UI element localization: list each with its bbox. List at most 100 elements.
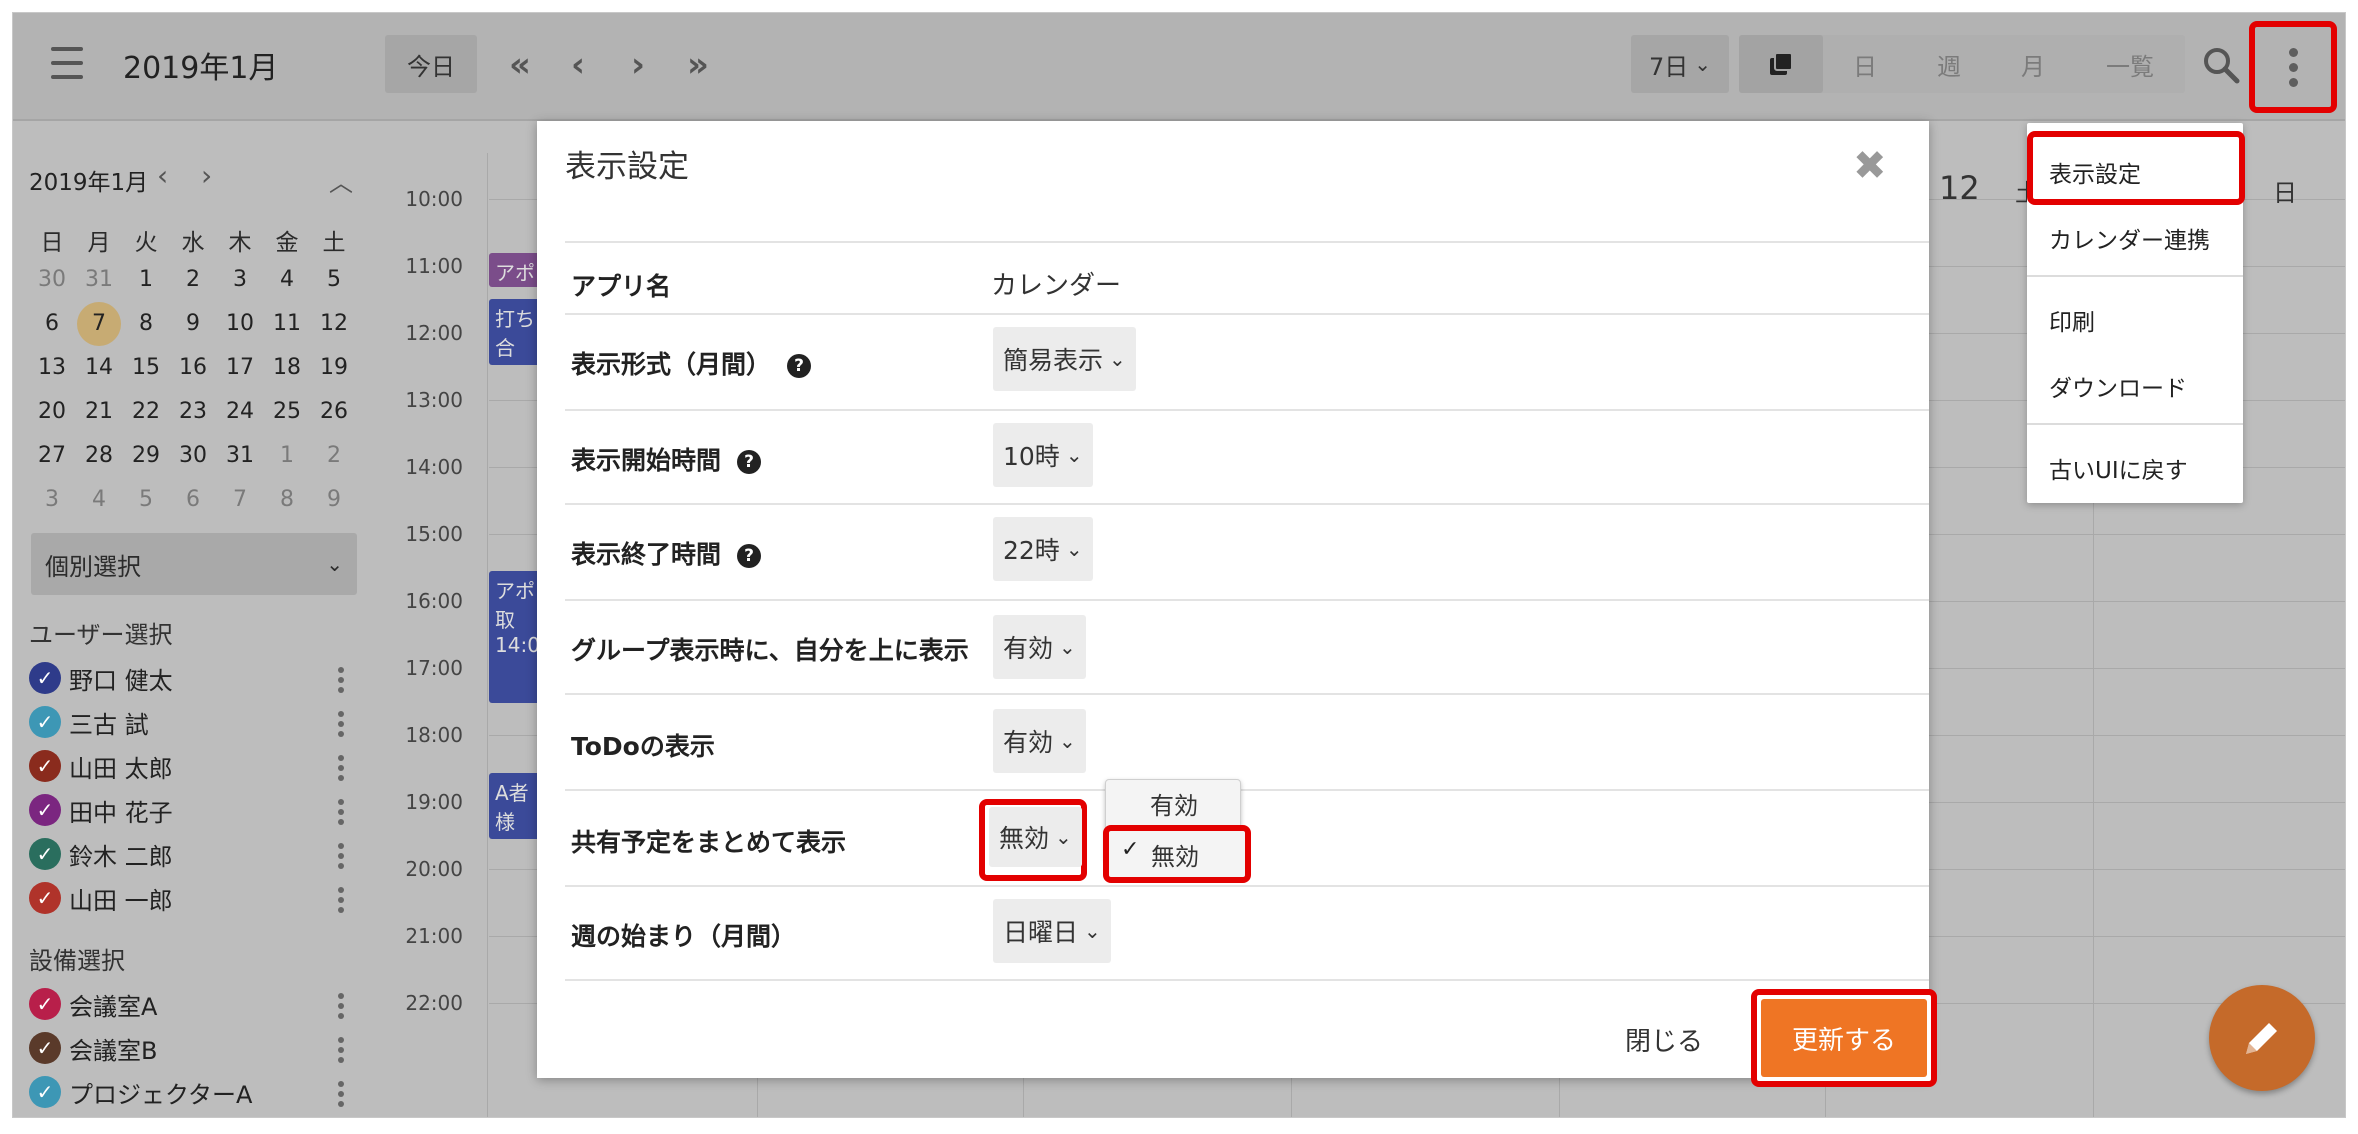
mini-calendar-day[interactable]: 1 — [123, 267, 169, 292]
option-disabled-selected[interactable]: ✓ 無効 — [1103, 825, 1251, 883]
prev-chevron-icon[interactable]: ‹ — [553, 43, 603, 87]
mini-calendar-day[interactable]: 14 — [76, 355, 122, 380]
mini-calendar-day[interactable]: 11 — [264, 311, 310, 336]
kebab-icon[interactable] — [337, 797, 345, 827]
menu-item-download[interactable]: ダウンロード — [2049, 369, 2187, 403]
checkbox-icon[interactable]: ✓ — [29, 750, 61, 782]
collapse-chevron-up-icon[interactable]: ︿ — [329, 163, 353, 198]
menu-item-old-ui[interactable]: 古いUIに戻す — [2049, 451, 2188, 485]
mini-calendar-day[interactable]: 21 — [76, 399, 122, 424]
menu-item-calendar-sync[interactable]: カレンダー連携 — [2049, 221, 2210, 255]
kebab-icon[interactable] — [337, 991, 345, 1021]
facility-item[interactable]: ✓ 会議室B — [29, 1027, 363, 1069]
kebab-icon[interactable] — [337, 885, 345, 915]
checkbox-icon[interactable]: ✓ — [29, 1032, 61, 1064]
mini-calendar-day[interactable]: 9 — [311, 487, 357, 512]
help-icon[interactable]: ? — [737, 450, 762, 474]
user-item[interactable]: ✓ 山田 一郎 — [29, 877, 363, 919]
mini-calendar-day[interactable]: 2 — [311, 443, 357, 468]
help-icon[interactable]: ? — [737, 544, 762, 568]
mini-calendar-day[interactable]: 18 — [264, 355, 310, 380]
mini-prev-chevron-icon[interactable]: ‹ — [157, 159, 168, 192]
mini-calendar-day[interactable]: 27 — [29, 443, 75, 468]
mini-calendar-day[interactable]: 8 — [123, 311, 169, 336]
new-event-button[interactable] — [2209, 985, 2315, 1091]
mini-calendar-day[interactable]: 9 — [170, 311, 216, 336]
checkbox-icon[interactable]: ✓ — [29, 706, 61, 738]
close-icon[interactable]: ✖ — [1853, 143, 1887, 189]
mini-calendar-day[interactable]: 30 — [29, 267, 75, 292]
close-button[interactable]: 閉じる — [1625, 1021, 1703, 1058]
hamburger-menu-icon[interactable] — [49, 47, 85, 79]
mini-calendar-day[interactable]: 4 — [264, 267, 310, 292]
mini-calendar-day[interactable]: 4 — [76, 487, 122, 512]
checkbox-icon[interactable]: ✓ — [29, 662, 61, 694]
mini-calendar-day[interactable]: 1 — [264, 443, 310, 468]
mini-calendar-day[interactable]: 3 — [217, 267, 263, 292]
mini-calendar-day[interactable]: 17 — [217, 355, 263, 380]
menu-item-print[interactable]: 印刷 — [2049, 303, 2095, 337]
self-top-select[interactable]: 有効 ⌄ — [993, 615, 1086, 679]
mini-calendar-day[interactable]: 7 — [76, 311, 122, 336]
next-month-double-chevron-icon[interactable]: » — [673, 43, 723, 87]
end-time-select[interactable]: 22時 ⌄ — [993, 517, 1093, 581]
user-item[interactable]: ✓ 田中 花子 — [29, 789, 363, 831]
facility-item[interactable]: ✓ 会議室A — [29, 983, 363, 1025]
view-day-button[interactable]: 日 — [1823, 35, 1907, 93]
mini-calendar-day[interactable]: 25 — [264, 399, 310, 424]
more-options-button[interactable] — [2249, 21, 2337, 113]
update-button[interactable]: 更新する — [1761, 999, 1927, 1077]
checkbox-icon[interactable]: ✓ — [29, 988, 61, 1020]
mini-calendar-day[interactable]: 23 — [170, 399, 216, 424]
mini-calendar-day[interactable]: 5 — [311, 267, 357, 292]
view-month-button[interactable]: 月 — [1991, 35, 2075, 93]
mini-calendar-day[interactable]: 10 — [217, 311, 263, 336]
mini-calendar-day[interactable]: 15 — [123, 355, 169, 380]
search-icon[interactable] — [2201, 45, 2241, 85]
multi-view-button[interactable] — [1739, 35, 1823, 93]
mini-calendar-day[interactable]: 20 — [29, 399, 75, 424]
shared-schedule-select[interactable]: 無効 ⌄ — [989, 807, 1082, 867]
user-item[interactable]: ✓ 鈴木 二郎 — [29, 833, 363, 875]
mini-calendar-day[interactable]: 2 — [170, 267, 216, 292]
help-icon[interactable]: ? — [787, 354, 812, 378]
week-start-select[interactable]: 日曜日 ⌄ — [993, 899, 1111, 963]
mini-calendar-day[interactable]: 5 — [123, 487, 169, 512]
user-item[interactable]: ✓ 山田 太郎 — [29, 745, 363, 787]
mini-calendar-day[interactable]: 26 — [311, 399, 357, 424]
individual-select[interactable]: 個別選択 ⌄ — [31, 533, 357, 595]
mini-calendar-day[interactable]: 30 — [170, 443, 216, 468]
kebab-icon[interactable] — [337, 841, 345, 871]
view-list-button[interactable]: 一覧 — [2075, 35, 2185, 93]
mini-calendar-day[interactable]: 16 — [170, 355, 216, 380]
mini-calendar-day[interactable]: 31 — [76, 267, 122, 292]
prev-month-double-chevron-icon[interactable]: « — [495, 43, 545, 87]
next-chevron-icon[interactable]: › — [613, 43, 663, 87]
mini-calendar-day[interactable]: 6 — [29, 311, 75, 336]
mini-calendar-day[interactable]: 3 — [29, 487, 75, 512]
view-week-button[interactable]: 週 — [1907, 35, 1991, 93]
mini-calendar-day[interactable]: 8 — [264, 487, 310, 512]
mini-calendar-day[interactable]: 19 — [311, 355, 357, 380]
kebab-icon[interactable] — [337, 1035, 345, 1065]
facility-item[interactable]: ✓ プロジェクターA — [29, 1071, 363, 1113]
mini-calendar-day[interactable]: 7 — [217, 487, 263, 512]
kebab-icon[interactable] — [337, 753, 345, 783]
start-time-select[interactable]: 10時 ⌄ — [993, 423, 1093, 487]
mini-calendar-day[interactable]: 29 — [123, 443, 169, 468]
mini-calendar-day[interactable]: 24 — [217, 399, 263, 424]
checkbox-icon[interactable]: ✓ — [29, 838, 61, 870]
mini-calendar-day[interactable]: 31 — [217, 443, 263, 468]
mini-calendar-day[interactable]: 6 — [170, 487, 216, 512]
user-item[interactable]: ✓ 野口 健太 — [29, 657, 363, 699]
mini-next-chevron-icon[interactable]: › — [201, 159, 212, 192]
kebab-icon[interactable] — [337, 1079, 345, 1109]
kebab-icon[interactable] — [337, 709, 345, 739]
checkbox-icon[interactable]: ✓ — [29, 882, 61, 914]
option-enabled[interactable]: 有効 — [1150, 786, 1198, 821]
mini-calendar-day[interactable]: 22 — [123, 399, 169, 424]
kebab-icon[interactable] — [337, 665, 345, 695]
mini-calendar-day[interactable]: 13 — [29, 355, 75, 380]
checkbox-icon[interactable]: ✓ — [29, 1076, 61, 1108]
today-button[interactable]: 今日 — [385, 35, 477, 93]
